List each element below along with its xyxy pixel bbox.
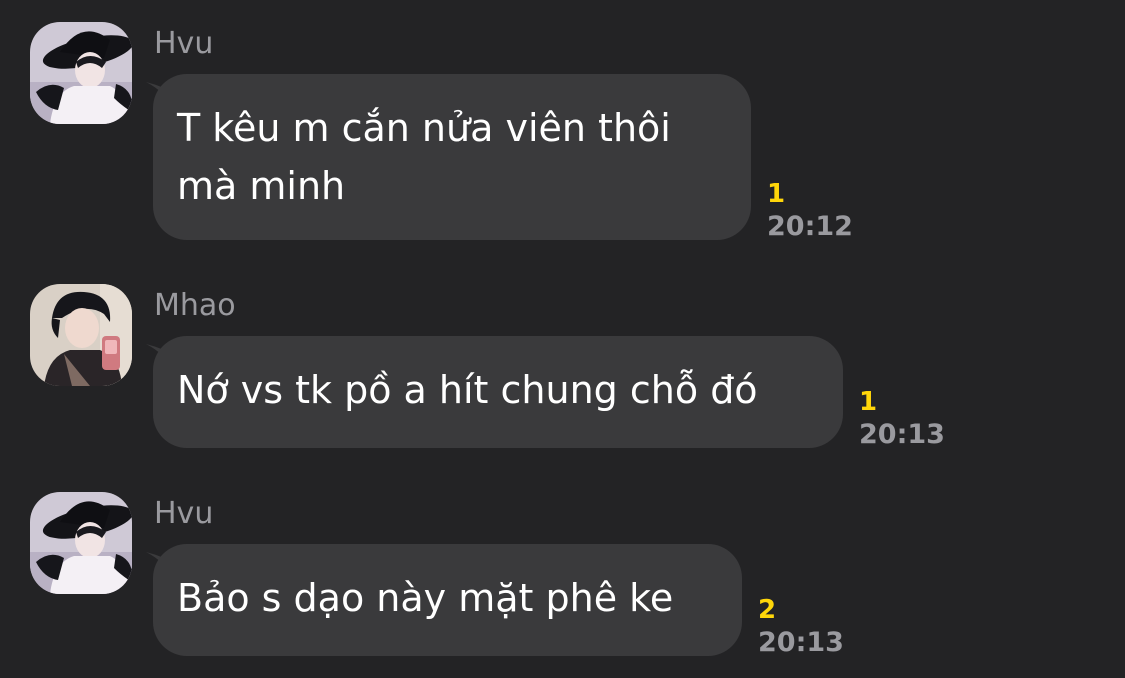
timestamp: 20:13 xyxy=(859,419,945,450)
message-meta: 2 20:13 xyxy=(758,594,844,660)
message-meta: 1 20:13 xyxy=(859,386,945,452)
avatar[interactable] xyxy=(30,22,132,124)
message-meta: 1 20:12 xyxy=(767,178,853,244)
avatar-mhao-image xyxy=(30,284,132,386)
message-bubble[interactable]: Bảo s dạo này mặt phê ke xyxy=(146,544,742,656)
timestamp: 20:13 xyxy=(758,627,844,658)
message-text-line: mà minh xyxy=(177,164,346,208)
message-text-line: T kêu m cắn nửa viên thôi xyxy=(177,106,671,150)
sender-name: Mhao xyxy=(154,288,236,323)
unread-count: 1 xyxy=(859,387,878,417)
message-bubble[interactable]: T kêu m cắn nửa viên thôi mà minh xyxy=(146,74,751,240)
avatar[interactable] xyxy=(30,284,132,386)
avatar-hvu-image xyxy=(30,492,132,594)
chat-thread: Hvu T kêu m cắn nửa viên thôi mà minh 1 … xyxy=(0,0,1125,678)
timestamp: 20:12 xyxy=(767,211,853,242)
sender-name: Hvu xyxy=(154,26,214,61)
avatar[interactable] xyxy=(30,492,132,594)
message-text-line: Nớ vs tk pồ a hít chung chỗ đó xyxy=(177,368,758,412)
message-text-line: Bảo s dạo này mặt phê ke xyxy=(177,576,674,620)
unread-count: 2 xyxy=(758,595,777,625)
message-bubble[interactable]: Nớ vs tk pồ a hít chung chỗ đó xyxy=(146,336,843,448)
avatar-hvu-image xyxy=(30,22,132,124)
sender-name: Hvu xyxy=(154,496,214,531)
unread-count: 1 xyxy=(767,179,786,209)
